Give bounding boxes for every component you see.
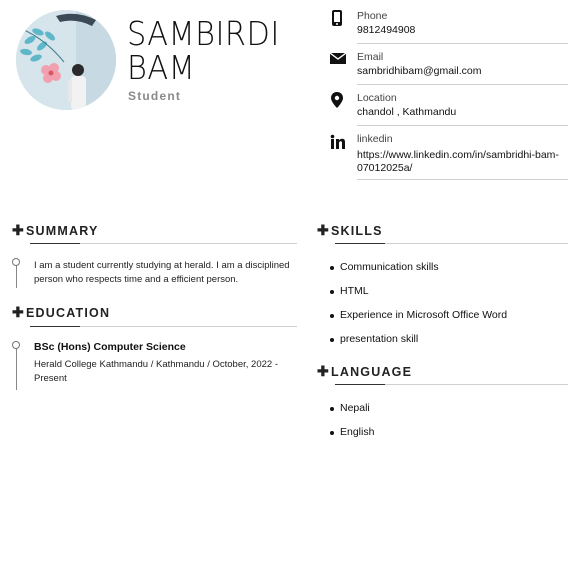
language-item-text: Nepali	[340, 402, 370, 414]
contact-location-value: chandol , Kathmandu	[357, 106, 457, 118]
summary-text: I am a student currently studying at her…	[34, 260, 290, 285]
skill-item: presentation skill	[330, 333, 419, 345]
plus-icon: ✚	[12, 222, 25, 238]
language-heading-text: LANGUAGE	[331, 365, 413, 379]
candidate-name: SAMBIRDI BAM	[127, 17, 280, 85]
contact-linkedin-label: linkedin	[357, 133, 393, 145]
skill-item-text: presentation skill	[340, 333, 419, 345]
section-divider	[80, 243, 297, 244]
skills-heading-text: SKILLS	[331, 224, 383, 238]
section-divider	[80, 326, 297, 327]
section-underline	[335, 384, 385, 385]
bullet-dot	[330, 338, 334, 342]
language-heading: ✚LANGUAGE	[317, 363, 412, 380]
skill-item: Experience in Microsoft Office Word	[330, 309, 508, 321]
education-heading-text: EDUCATION	[26, 306, 111, 320]
bullet-dot	[330, 407, 334, 411]
contact-email-label: Email	[357, 51, 384, 63]
section-divider	[385, 243, 568, 244]
skill-item-text: Experience in Microsoft Office Word	[340, 309, 508, 321]
contact-divider	[357, 43, 568, 44]
contact-divider	[357, 125, 568, 126]
contact-phone-label: Phone	[357, 10, 388, 22]
bullet-dot	[330, 290, 334, 294]
language-item: English	[330, 426, 375, 438]
profile-photo	[16, 10, 116, 110]
contact-divider	[357, 84, 568, 85]
candidate-name-line1: SAMBIRDI	[127, 14, 280, 53]
contact-divider	[357, 179, 568, 180]
timeline-dot	[12, 258, 20, 266]
phone-icon	[330, 10, 346, 26]
candidate-role: Student	[128, 89, 182, 103]
skill-item-text: HTML	[340, 285, 369, 297]
section-underline	[335, 243, 385, 244]
envelope-icon	[329, 51, 347, 67]
skills-heading: ✚SKILLS	[317, 222, 383, 239]
language-item-text: English	[340, 426, 375, 438]
section-underline	[30, 243, 80, 244]
plus-icon: ✚	[12, 304, 25, 320]
summary-heading: ✚SUMMARY	[12, 222, 99, 239]
timeline-line	[16, 345, 17, 390]
skill-item: Communication skills	[330, 261, 439, 273]
contact-linkedin-value[interactable]: https://www.linkedin.com/in/sambridhi-ba…	[357, 149, 567, 175]
profile-photo-illustration	[16, 10, 116, 110]
section-underline	[30, 326, 80, 327]
timeline-dot	[12, 341, 20, 349]
skill-item: HTML	[330, 285, 369, 297]
bullet-dot	[330, 266, 334, 270]
contact-phone-value: 9812494908	[357, 24, 416, 36]
plus-icon: ✚	[317, 363, 330, 379]
map-pin-icon	[330, 92, 346, 108]
plus-icon: ✚	[317, 222, 330, 238]
education-detail: Herald College Kathmandu / Kathmandu / O…	[34, 359, 278, 384]
language-item: Nepali	[330, 402, 370, 414]
linkedin-icon	[330, 134, 346, 150]
section-divider	[385, 384, 568, 385]
summary-heading-text: SUMMARY	[26, 224, 99, 238]
contact-email-value[interactable]: sambridhibam@gmail.com	[357, 65, 567, 78]
skill-item-text: Communication skills	[340, 261, 439, 273]
bullet-dot	[330, 431, 334, 435]
education-heading: ✚EDUCATION	[12, 304, 110, 321]
education-title: BSc (Hons) Computer Science	[34, 341, 186, 353]
contact-location-label: Location	[357, 92, 397, 104]
candidate-name-line2: BAM	[127, 48, 196, 87]
bullet-dot	[330, 314, 334, 318]
